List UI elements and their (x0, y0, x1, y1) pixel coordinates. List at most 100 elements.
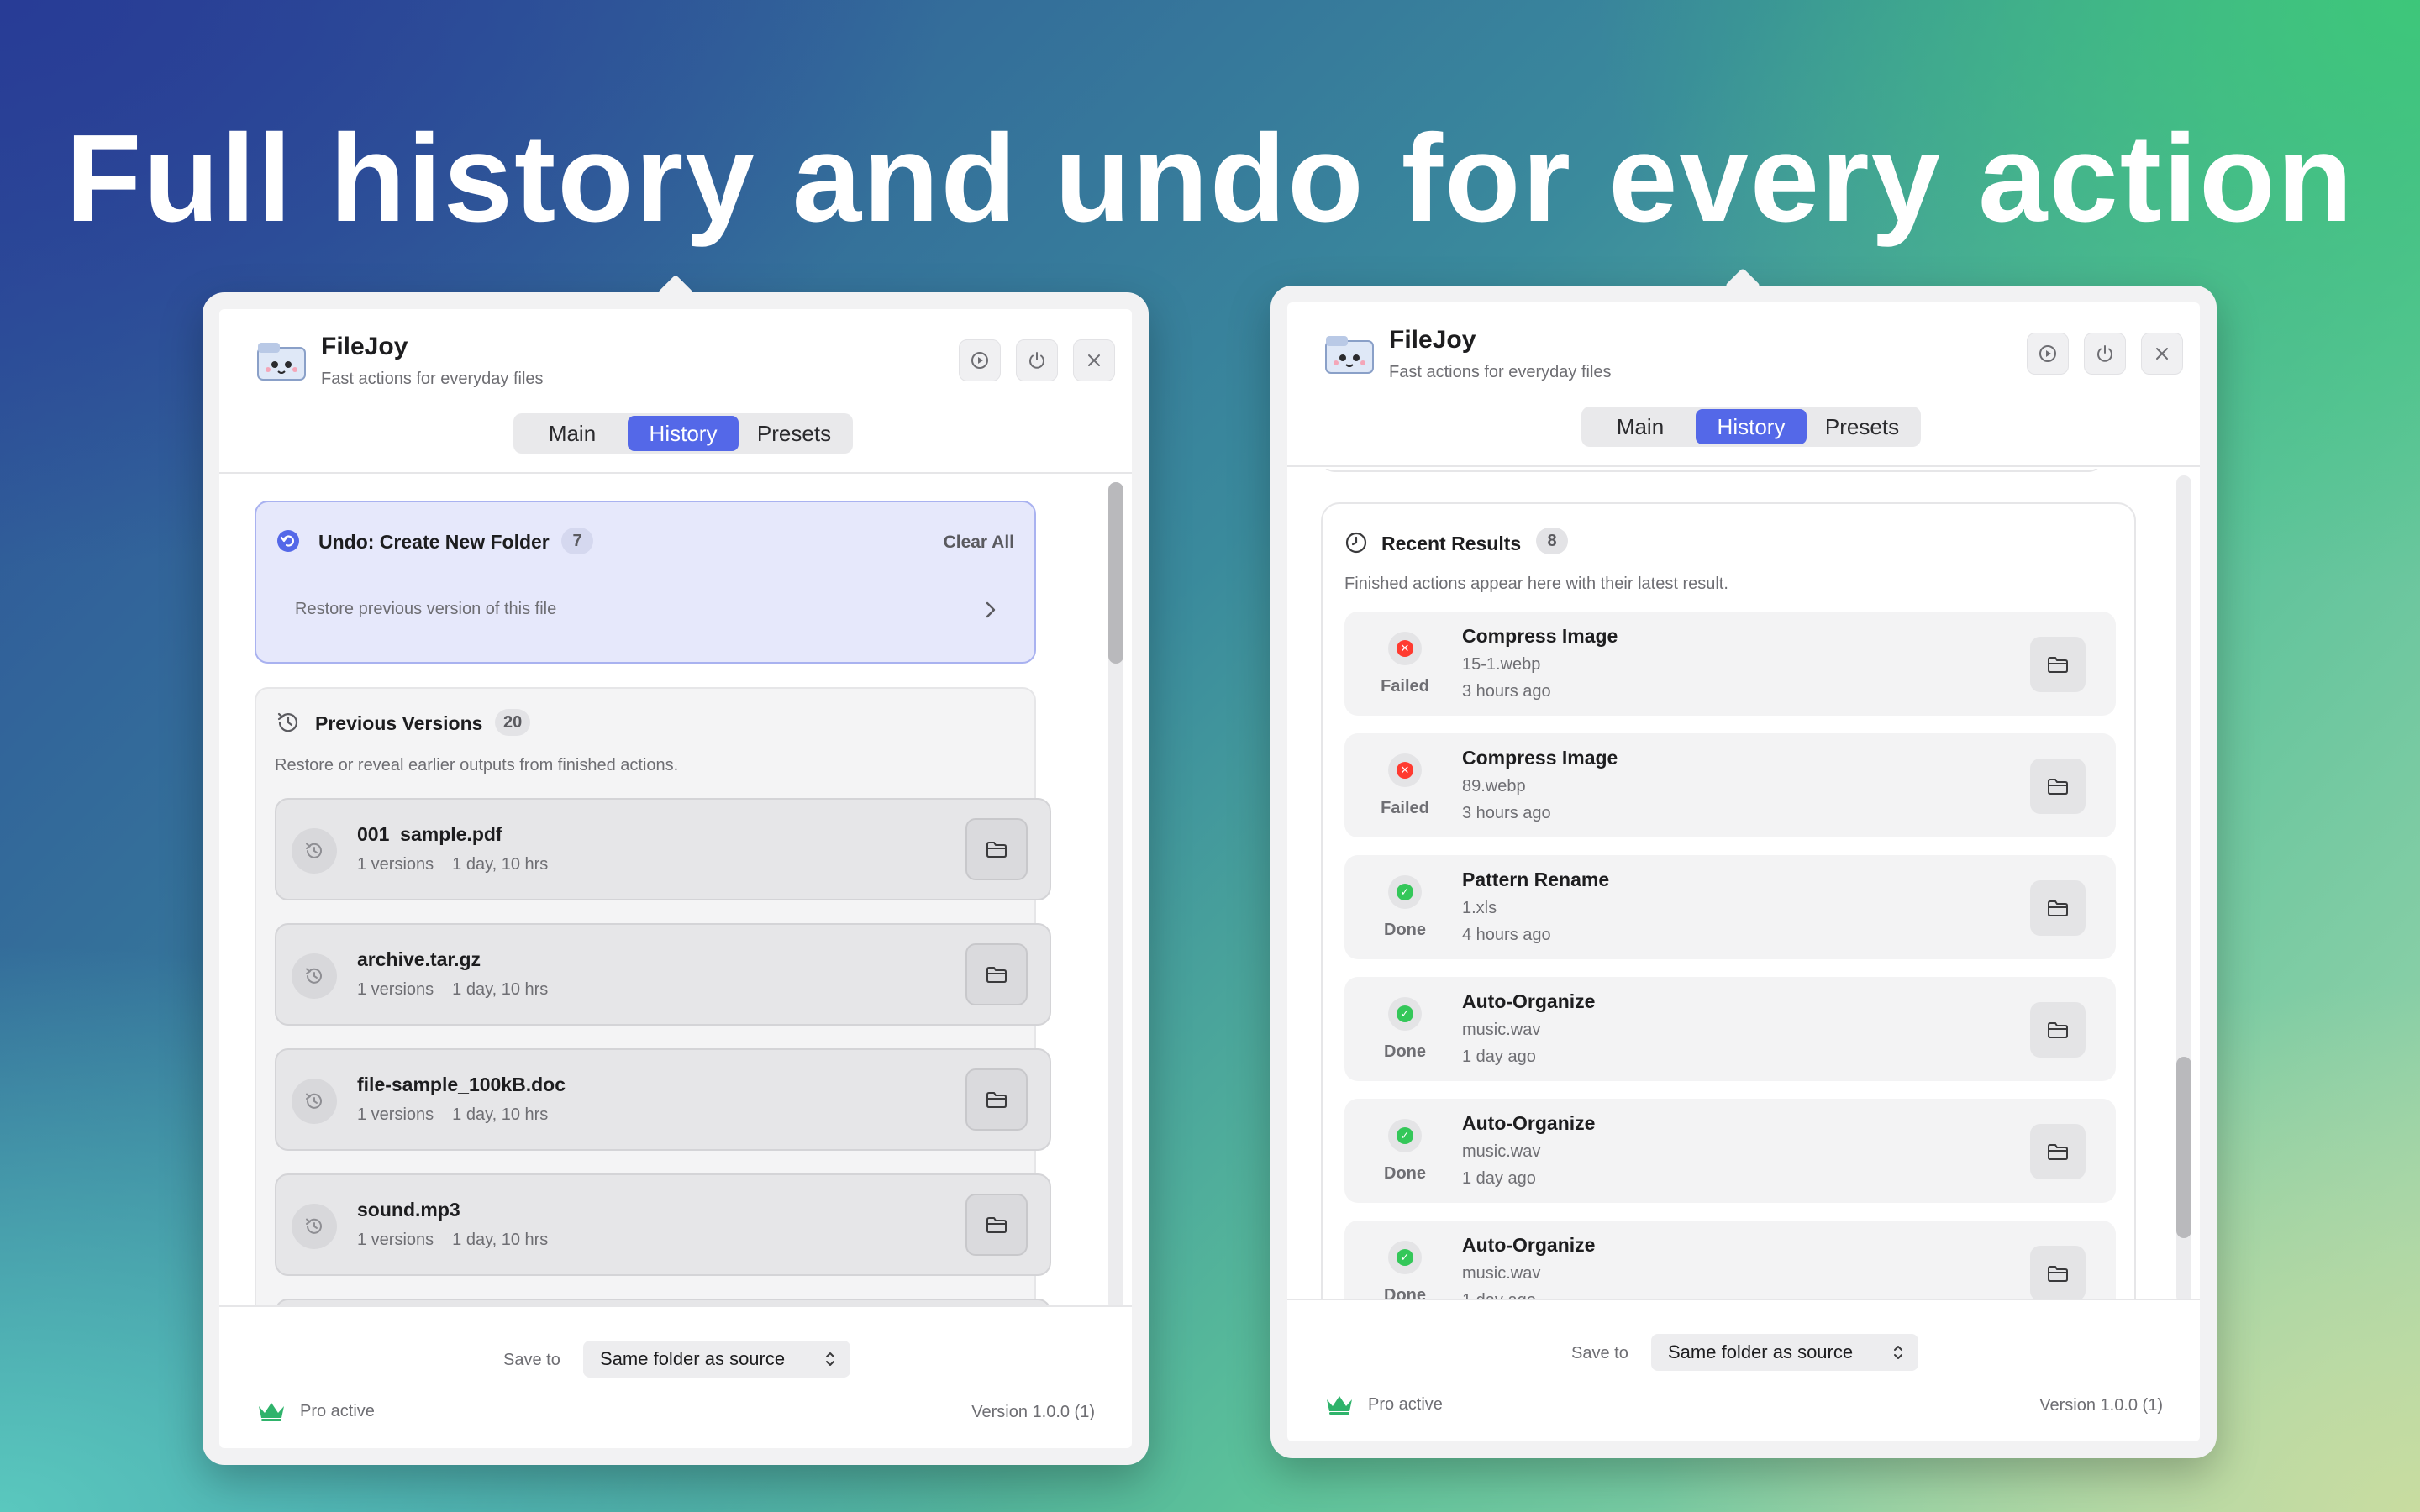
result-status: Done (1384, 1042, 1426, 1061)
previous-versions-count-badge: 20 (495, 709, 531, 736)
result-file: 89.webp (1462, 777, 1526, 795)
result-file: music.wav (1462, 1142, 1541, 1161)
reveal-in-folder-button[interactable] (2030, 880, 2086, 936)
reveal-in-folder-button[interactable] (965, 943, 1028, 1005)
power-button[interactable] (1016, 339, 1058, 381)
version-row[interactable]: file-sample_100kB.doc 1 versions 1 day, 10… (275, 1048, 1051, 1151)
clear-all-button[interactable]: Clear All (944, 533, 1014, 553)
recent-results-subtitle: Finished actions appear here with their … (1344, 575, 1728, 593)
scrollbar-thumb[interactable] (2176, 1057, 2191, 1238)
result-row[interactable]: ✕ Failed Compress Image 89.webp 3 hours ago (1344, 733, 2116, 837)
version-history-badge (292, 953, 337, 999)
result-action: Auto-Organize (1462, 1234, 1596, 1256)
chevron-right-icon[interactable] (984, 600, 997, 620)
version-meta: 1 versions 1 day, 10 hrs (357, 1231, 566, 1250)
tab-history[interactable]: History (628, 416, 739, 451)
pro-status: Pro active (256, 1399, 375, 1423)
previous-versions-card: Previous Versions 20 Restore or reveal e… (255, 687, 1051, 1305)
failed-status-icon: ✕ (1388, 632, 1422, 665)
version-row[interactable]: 001_sample.pdf 1 versions 1 day, 10 hrs (275, 798, 1051, 900)
folder-icon (986, 1217, 1007, 1233)
tab-presets[interactable]: Presets (1807, 409, 1918, 444)
app-subtitle: Fast actions for everyday files (321, 370, 544, 388)
run-button[interactable] (2027, 333, 2069, 375)
result-status: Failed (1381, 677, 1429, 696)
crown-icon (1327, 1396, 1352, 1415)
history-scroll-area[interactable]: Undo: Create New Folder 7 Clear All Rest… (219, 475, 1132, 1305)
history-scroll-area[interactable]: Recent Results 8 Finished actions appear… (1287, 469, 2200, 1299)
tab-presets[interactable]: Presets (739, 416, 850, 451)
version-count: 1 versions (357, 1105, 434, 1124)
version-count: 1 versions (357, 980, 434, 999)
save-to-select[interactable]: Same folder as source (1651, 1334, 1918, 1371)
play-circle-icon (2039, 345, 2056, 362)
result-file: 1.xls (1462, 899, 1497, 917)
folder-icon (2048, 900, 2068, 916)
save-to-label: Save to (1571, 1344, 1628, 1362)
result-row[interactable]: ✓ Done Auto-Organize music.wav 1 day ago (1344, 1099, 2116, 1203)
reveal-in-folder-button[interactable] (965, 1068, 1028, 1131)
result-row[interactable]: ✓ Done Pattern Rename 1.xls 4 hours ago (1344, 855, 2116, 959)
filejoy-app-icon (257, 343, 306, 381)
tab-main[interactable]: Main (1585, 409, 1696, 444)
scrollbar-thumb[interactable] (1108, 482, 1123, 664)
crown-icon (259, 1403, 284, 1421)
power-icon (2097, 345, 2112, 362)
result-action: Compress Image (1462, 625, 1618, 647)
result-row[interactable]: ✓ Done Auto-Organize music.wav 1 day ago (1344, 1221, 2116, 1299)
version-row[interactable]: archive.tar.gz 1 versions 1 day, 10 hrs (275, 923, 1051, 1026)
reveal-in-folder-button[interactable] (965, 1194, 1028, 1256)
version-age: 1 day, 10 hrs (452, 1231, 549, 1249)
reveal-in-folder-button[interactable] (2030, 1124, 2086, 1179)
history-icon (306, 843, 322, 858)
pro-active-label: Pro active (1368, 1394, 1443, 1414)
reveal-in-folder-button[interactable] (2030, 759, 2086, 814)
app-name: FileJoy (321, 333, 408, 360)
run-button[interactable] (959, 339, 1001, 381)
version-row[interactable]: sound.mp3 1 versions 1 day, 10 hrs (275, 1173, 1051, 1276)
restore-previous-version-link[interactable]: Restore previous version of this file (295, 600, 556, 619)
version-meta: 1 versions 1 day, 10 hrs (357, 1105, 566, 1125)
app-name: FileJoy (1389, 326, 1476, 354)
reveal-in-folder-button[interactable] (965, 818, 1028, 880)
pro-status: Pro active (1324, 1393, 1443, 1416)
result-row[interactable]: ✕ Failed Compress Image 15-1.webp 3 hours ag… (1344, 612, 2116, 716)
tab-history[interactable]: History (1696, 409, 1807, 444)
result-file: music.wav (1462, 1264, 1541, 1283)
save-to-label: Save to (503, 1351, 560, 1369)
version-row[interactable]: Untitled.txt1 versions1 day, 10 hrs (275, 1299, 1051, 1305)
headline: Full history and undo for every action (66, 109, 2354, 248)
play-circle-icon (971, 352, 988, 369)
save-to-value: Same folder as source (600, 1348, 786, 1369)
history-icon (306, 1218, 322, 1234)
previous-card-edge (1321, 469, 2102, 472)
version-file-name: archive.tar.gz (357, 948, 481, 970)
save-to-select[interactable]: Same folder as source (583, 1341, 850, 1378)
result-file: music.wav (1462, 1021, 1541, 1039)
history-icon (306, 1093, 322, 1109)
save-to-value: Same folder as source (1668, 1341, 1854, 1362)
version-count: 1 versions (357, 855, 434, 874)
reveal-in-folder-button[interactable] (2030, 1246, 2086, 1299)
popover-header: FileJoy Fast actions for everyday files … (219, 309, 1132, 474)
reveal-in-folder-button[interactable] (2030, 1002, 2086, 1058)
filejoy-popover-history-results: FileJoy Fast actions for everyday files … (1270, 286, 2217, 1458)
version-age: 1 day, 10 hrs (452, 980, 549, 999)
version-file-name: 001_sample.pdf (357, 823, 502, 845)
done-status-icon: ✓ (1388, 997, 1422, 1031)
updown-chevron-icon (1894, 1346, 1902, 1359)
folder-icon (2048, 657, 2068, 673)
result-time: 1 day ago (1462, 1047, 1536, 1066)
close-button[interactable] (1073, 339, 1115, 381)
power-button[interactable] (2084, 333, 2126, 375)
result-row[interactable]: ✓ Done Auto-Organize music.wav 1 day ago (1344, 977, 2116, 1081)
folder-icon (2048, 1022, 2068, 1038)
recent-results-count-badge: 8 (1536, 528, 1568, 554)
tab-main[interactable]: Main (517, 416, 628, 451)
previous-versions-title: Previous Versions (315, 712, 483, 734)
result-status: Failed (1381, 799, 1429, 817)
done-status-icon: ✓ (1388, 1119, 1422, 1152)
reveal-in-folder-button[interactable] (2030, 637, 2086, 692)
close-button[interactable] (2141, 333, 2183, 375)
result-action: Auto-Organize (1462, 1112, 1596, 1134)
